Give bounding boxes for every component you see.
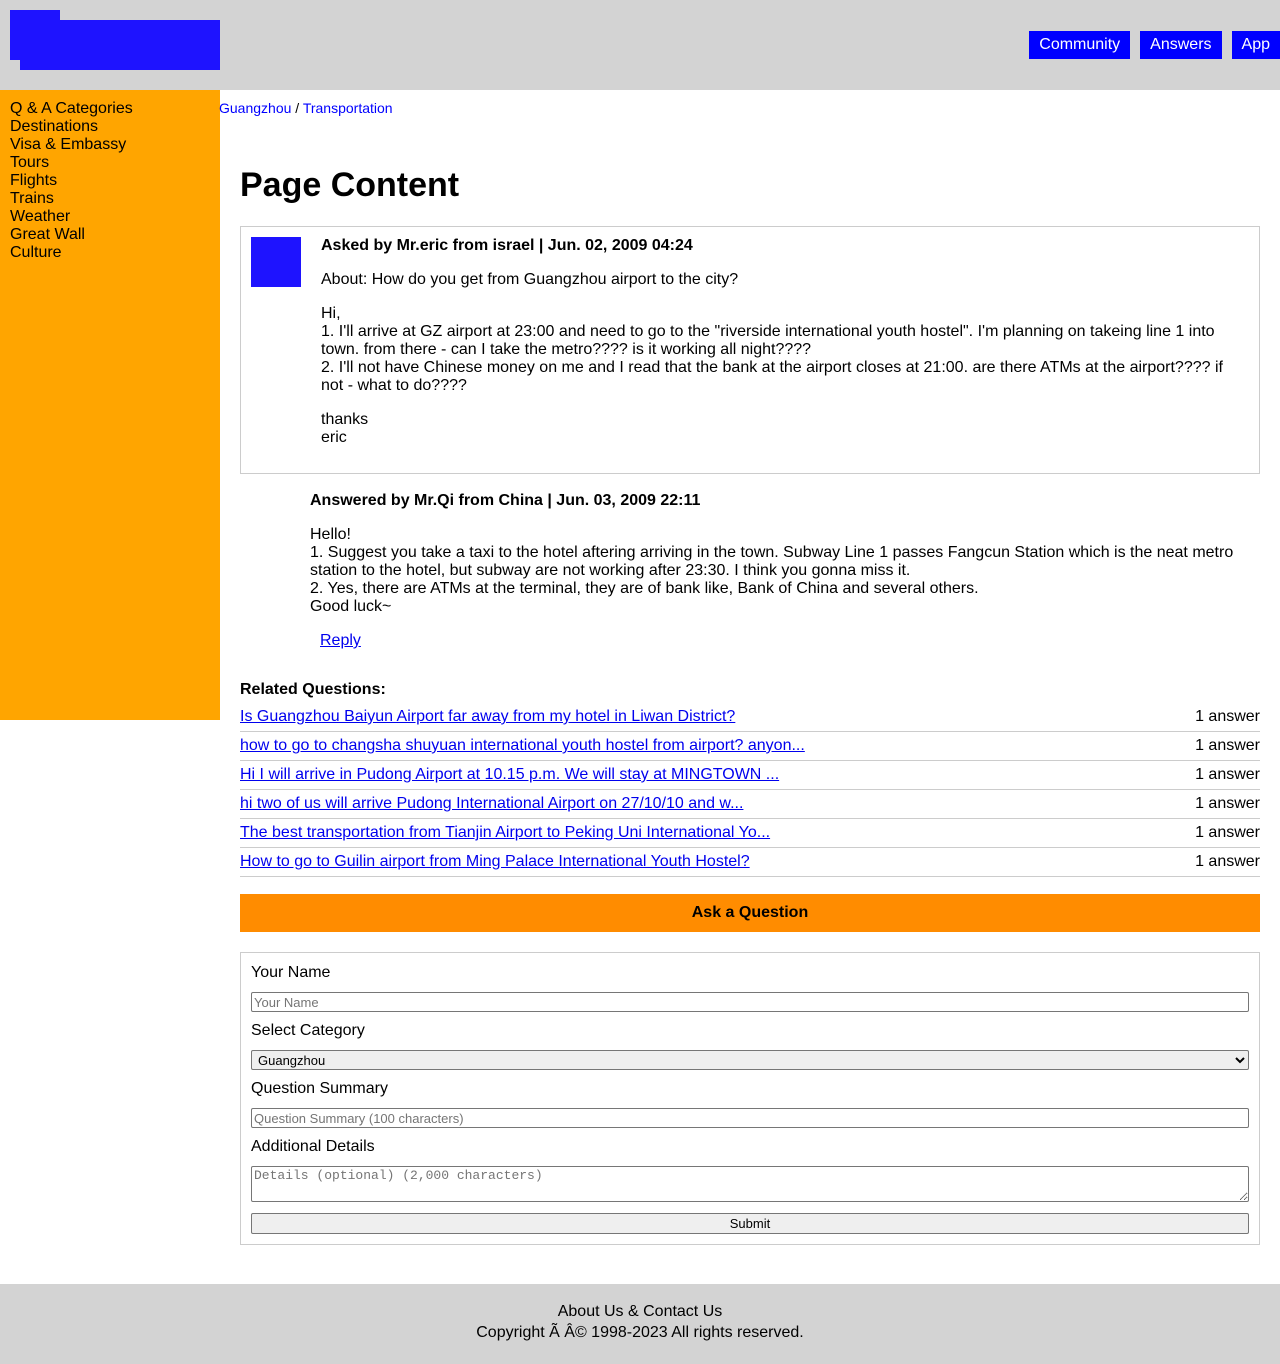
summary-label: Question Summary — [251, 1080, 388, 1097]
nav-app-link[interactable]: App — [1231, 31, 1280, 59]
question-signoff: thanks eric — [321, 411, 1241, 447]
category-select[interactable]: Guangzhou — [251, 1050, 1249, 1070]
answer-line-1: 1. Suggest you take a taxi to the hotel … — [310, 544, 1234, 579]
answer-count: 1 answer — [1195, 853, 1260, 870]
related-question-link[interactable]: The best transportation from Tianjin Air… — [240, 824, 770, 842]
related-question-link[interactable]: Is Guangzhou Baiyun Airport far away fro… — [240, 708, 735, 726]
footer-copyright: Copyright Ã Â© 1998-2023 All rights rese… — [476, 1324, 804, 1341]
sidebar-item-flights[interactable]: Flights — [10, 172, 210, 190]
question-line-2: 2. I'll not have Chinese money on me and… — [321, 359, 1223, 394]
answer-count: 1 answer — [1195, 708, 1260, 725]
summary-input[interactable] — [251, 1108, 1249, 1128]
related-question-link[interactable]: hi two of us will arrive Pudong Internat… — [240, 795, 743, 813]
answer-block: Answered by Mr.Qi from China | Jun. 03, … — [310, 492, 1260, 650]
answer-closing: Good luck~ — [310, 598, 392, 615]
question-greeting: Hi, — [321, 305, 341, 322]
question-card: Asked by Mr.eric from israel | Jun. 02, … — [240, 226, 1260, 474]
details-label: Additional Details — [251, 1138, 375, 1155]
related-question-link[interactable]: how to go to changsha shuyuan internatio… — [240, 737, 805, 755]
list-item: hi two of us will arrive Pudong Internat… — [240, 790, 1260, 819]
related-questions: Related Questions: Is Guangzhou Baiyun A… — [240, 681, 1260, 877]
question-about: About: How do you get from Guangzhou air… — [321, 271, 739, 288]
answer-count: 1 answer — [1195, 824, 1260, 841]
category-label: Select Category — [251, 1022, 365, 1039]
sidebar-item-destinations[interactable]: Destinations — [10, 118, 210, 136]
submit-button[interactable]: Submit — [251, 1213, 1249, 1234]
related-question-link[interactable]: Hi I will arrive in Pudong Airport at 10… — [240, 766, 779, 784]
question-body: Asked by Mr.eric from israel | Jun. 02, … — [321, 237, 1241, 447]
list-item: Is Guangzhou Baiyun Airport far away fro… — [240, 703, 1260, 732]
ask-question-button[interactable]: Ask a Question — [240, 894, 1260, 932]
question-signature: eric — [321, 429, 347, 446]
nav-answers-link[interactable]: Answers — [1140, 31, 1222, 59]
sidebar-item-weather[interactable]: Weather — [10, 208, 210, 226]
ask-question-form: Your Name Select Category Guangzhou Ques… — [240, 952, 1260, 1245]
main-content: Page Content Asked by Mr.eric from israe… — [240, 160, 1260, 1245]
related-question-link[interactable]: How to go to Guilin airport from Ming Pa… — [240, 853, 750, 871]
nav-community-link[interactable]: Community — [1029, 31, 1131, 59]
sidebar-item-great-wall[interactable]: Great Wall — [10, 226, 210, 244]
question-thanks: thanks — [321, 411, 369, 428]
reply-link[interactable]: Reply — [320, 632, 361, 650]
logo-banner[interactable] — [20, 20, 220, 70]
list-item: Hi I will arrive in Pudong Airport at 10… — [240, 761, 1260, 790]
sidebar-item-culture[interactable]: Culture — [10, 244, 210, 262]
related-questions-title: Related Questions: — [240, 681, 386, 698]
top-nav: Community Answers App — [1019, 31, 1280, 59]
sidebar-item-qa-categories[interactable]: Q & A Categories — [10, 100, 210, 118]
answer-count: 1 answer — [1195, 737, 1260, 754]
question-line-1: 1. I'll arrive at GZ airport at 23:00 an… — [321, 323, 1215, 358]
list-item: How to go to Guilin airport from Ming Pa… — [240, 848, 1260, 877]
list-item: The best transportation from Tianjin Air… — [240, 819, 1260, 848]
site-footer: About Us & Contact Us Copyright Ã Â© 199… — [0, 1284, 1280, 1364]
answer-meta: Answered by Mr.Qi from China | Jun. 03, … — [310, 492, 701, 509]
breadcrumb: Guangzhou / Transportation — [219, 100, 393, 116]
sidebar-item-visa-embassy[interactable]: Visa & Embassy — [10, 136, 210, 154]
asker-avatar — [251, 237, 301, 287]
details-textarea[interactable] — [251, 1166, 1249, 1202]
breadcrumb-topic-link[interactable]: Transportation — [303, 100, 393, 116]
answer-count: 1 answer — [1195, 795, 1260, 812]
footer-links[interactable]: About Us & Contact Us — [0, 1303, 1280, 1321]
answer-count: 1 answer — [1195, 766, 1260, 783]
question-meta: Asked by Mr.eric from israel | Jun. 02, … — [321, 237, 693, 254]
answer-text: Hello! 1. Suggest you take a taxi to the… — [310, 526, 1260, 616]
breadcrumb-separator: / — [295, 100, 300, 116]
answer-line-2: 2. Yes, there are ATMs at the terminal, … — [310, 580, 979, 597]
list-item: how to go to changsha shuyuan internatio… — [240, 732, 1260, 761]
breadcrumb-city-link[interactable]: Guangzhou — [219, 100, 291, 116]
sidebar-item-tours[interactable]: Tours — [10, 154, 210, 172]
sidebar-item-trains[interactable]: Trains — [10, 190, 210, 208]
name-input[interactable] — [251, 992, 1249, 1012]
page-title: Page Content — [240, 166, 460, 204]
question-text: Hi, 1. I'll arrive at GZ airport at 23:0… — [321, 305, 1241, 395]
sidebar: Q & A Categories Destinations Visa & Emb… — [0, 90, 220, 720]
answer-greeting: Hello! — [310, 526, 351, 543]
name-label: Your Name — [251, 964, 331, 981]
site-header: Community Answers App — [0, 0, 1280, 90]
